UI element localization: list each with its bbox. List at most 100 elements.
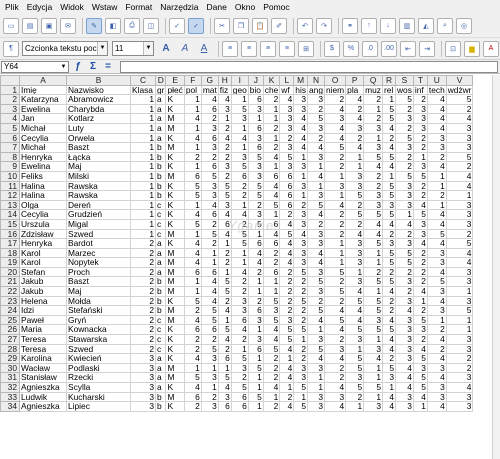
row-header[interactable]: 2: [0, 94, 20, 105]
cell[interactable]: 5: [363, 305, 383, 316]
cell[interactable]: 5: [412, 382, 428, 393]
cell[interactable]: 3: [230, 295, 249, 307]
cell[interactable]: Ewelina: [19, 103, 67, 115]
cell[interactable]: 2: [426, 343, 447, 355]
cell[interactable]: 5: [293, 295, 309, 307]
cell[interactable]: 6: [279, 170, 295, 182]
cell[interactable]: 4: [183, 353, 202, 364]
cell[interactable]: 4: [445, 382, 474, 393]
cell[interactable]: 4: [279, 247, 295, 259]
cell[interactable]: 1: [183, 94, 202, 105]
cell[interactable]: Scylla: [66, 382, 131, 393]
cell[interactable]: 5: [345, 353, 365, 364]
cell[interactable]: 4: [279, 343, 295, 355]
cell[interactable]: 3: [426, 362, 447, 374]
cell[interactable]: M: [165, 228, 185, 240]
cell[interactable]: 4: [426, 218, 447, 230]
cell[interactable]: 1: [426, 170, 447, 182]
cell[interactable]: 1: [307, 180, 325, 192]
cell[interactable]: K: [165, 161, 185, 172]
cell[interactable]: a: [154, 94, 167, 105]
cell[interactable]: 2: [230, 218, 249, 230]
cell[interactable]: 6: [200, 324, 219, 336]
cell[interactable]: 2: [345, 391, 365, 403]
cell[interactable]: 2: [445, 103, 474, 115]
cell[interactable]: 3: [445, 372, 474, 383]
cell[interactable]: 3: [307, 228, 325, 240]
cell[interactable]: płeć: [165, 84, 185, 96]
cell[interactable]: 4: [262, 324, 281, 336]
cell[interactable]: 1: [130, 132, 156, 144]
cell[interactable]: 4: [262, 190, 281, 201]
background-color-icon[interactable]: ▆: [464, 40, 480, 57]
cell[interactable]: 2: [381, 295, 396, 307]
cell[interactable]: 3: [363, 343, 383, 355]
column-header[interactable]: Q: [363, 75, 383, 86]
cell[interactable]: 1: [363, 334, 383, 345]
cell[interactable]: Maj: [66, 161, 131, 172]
cell[interactable]: 4: [394, 382, 414, 393]
sum-icon[interactable]: Σ: [87, 61, 99, 73]
cell[interactable]: 5: [345, 362, 365, 374]
cell[interactable]: 5: [363, 209, 383, 220]
cell[interactable]: 4: [200, 199, 219, 211]
cell[interactable]: 5: [307, 199, 325, 211]
cell[interactable]: 2: [230, 334, 249, 345]
cell[interactable]: geo: [230, 84, 249, 96]
cell[interactable]: 1: [363, 286, 383, 297]
cell[interactable]: 3: [323, 180, 347, 192]
cell[interactable]: 5: [183, 190, 202, 201]
cell[interactable]: Orwela: [66, 132, 131, 144]
column-header[interactable]: H: [217, 75, 232, 86]
cell[interactable]: 4: [445, 170, 474, 182]
cell[interactable]: 4: [293, 122, 309, 134]
align-center-icon[interactable]: ≡: [241, 40, 257, 57]
cell[interactable]: 3: [200, 353, 219, 364]
cell[interactable]: 3: [217, 161, 232, 172]
row-header[interactable]: 5: [0, 122, 20, 134]
cell[interactable]: Halina: [19, 180, 67, 192]
cell[interactable]: 2: [363, 113, 383, 124]
cell[interactable]: 1: [363, 103, 383, 115]
cell[interactable]: 3: [293, 180, 309, 192]
borders-icon[interactable]: ⊡: [445, 40, 461, 57]
row-header[interactable]: 33: [0, 391, 20, 403]
cell[interactable]: Katarzyna: [19, 94, 67, 105]
row-header[interactable]: 27: [0, 334, 20, 345]
cell[interactable]: 3: [445, 218, 474, 230]
cell[interactable]: 1: [262, 276, 281, 288]
cell[interactable]: 5: [412, 209, 428, 220]
cell[interactable]: c: [154, 314, 167, 326]
cell[interactable]: 2: [130, 305, 156, 316]
cell[interactable]: 2: [130, 324, 156, 336]
hyperlink-icon[interactable]: ⚭: [342, 17, 358, 34]
cell[interactable]: 4: [426, 94, 447, 105]
cell[interactable]: 1: [323, 257, 347, 268]
cell[interactable]: 5: [279, 334, 295, 345]
row-header[interactable]: 29: [0, 353, 20, 364]
cell[interactable]: 2: [200, 113, 219, 124]
navigator-icon[interactable]: ◎: [456, 17, 472, 34]
cell[interactable]: pol: [183, 84, 202, 96]
cell[interactable]: 2: [130, 257, 156, 268]
cell[interactable]: 1: [262, 286, 281, 297]
cell[interactable]: 4: [426, 353, 447, 364]
cell[interactable]: 3: [293, 103, 309, 115]
cell[interactable]: 5: [230, 238, 249, 249]
cell[interactable]: 2: [412, 257, 428, 268]
cell[interactable]: 2: [200, 391, 219, 403]
cell[interactable]: 1: [130, 122, 156, 134]
cell[interactable]: 2: [426, 324, 447, 336]
cell[interactable]: 3: [247, 334, 264, 345]
currency-icon[interactable]: $: [324, 40, 340, 57]
cell[interactable]: 4: [307, 257, 325, 268]
cell[interactable]: 2: [412, 247, 428, 259]
cell[interactable]: 2: [247, 295, 264, 307]
cell[interactable]: 6: [183, 391, 202, 403]
cell[interactable]: Stawarska: [66, 334, 131, 345]
cell[interactable]: 2: [394, 151, 414, 163]
cell[interactable]: 5: [200, 228, 219, 240]
cell[interactable]: 5: [412, 353, 428, 364]
cell[interactable]: 1: [279, 353, 295, 364]
row-header[interactable]: 14: [0, 209, 20, 220]
